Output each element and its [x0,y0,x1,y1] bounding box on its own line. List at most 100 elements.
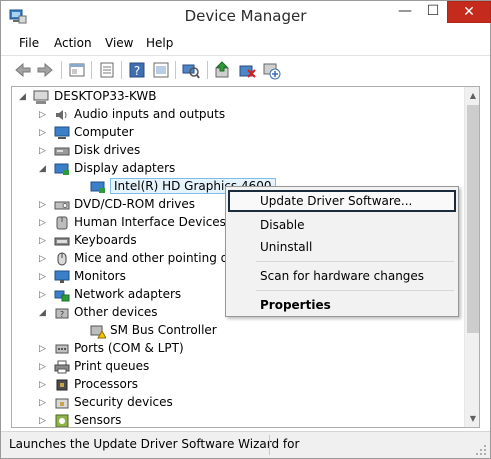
status-divider [269,435,270,455]
tree-item[interactable]: ▷ Disk drives [12,142,472,160]
tree-item-label: Monitors [74,269,126,283]
device-manager-window: Device Manager — ☐ ✕ File Action View He… [0,0,491,459]
display-adapter-icon [90,181,105,193]
scroll-up-button[interactable]: ▲ [465,87,479,104]
tree-item-label: Sensors [74,413,122,427]
uninstall-icon[interactable] [237,60,257,80]
tree-item[interactable]: ▷ Computer [12,124,472,142]
status-text: Launches the Update Driver Software Wiza… [9,437,300,451]
help-icon[interactable]: ? [127,60,147,80]
menu-properties[interactable]: Properties [228,294,456,316]
maximize-button[interactable]: ☐ [420,1,446,23]
scroll-thumb[interactable] [467,105,479,333]
menu-scan-for-hardware-changes[interactable]: Scan for hardware changes [228,265,456,287]
svg-text:?: ? [60,310,64,319]
hid-icon [56,216,68,230]
port-icon [55,344,69,354]
menu-uninstall-label: Uninstall [260,240,313,254]
dvd-drive-icon [54,201,70,210]
resize-grip-icon[interactable] [475,444,487,456]
tree-item-label: Keyboards [74,233,137,247]
menu-action[interactable]: Action [54,36,92,50]
monitor-icon [54,270,70,283]
collapsed-arrow-icon[interactable]: ▷ [39,109,49,121]
collapsed-arrow-icon[interactable]: ▷ [39,199,49,211]
collapsed-arrow-icon[interactable]: ▷ [39,217,49,229]
context-menu: Update Driver Software... Disable Uninst… [225,186,459,317]
tree-item-label: Network adapters [74,287,182,301]
tree-item[interactable]: ▷ Audio inputs and outputs [12,106,472,124]
expanded-arrow-icon[interactable]: ◢ [39,307,49,319]
tree-item[interactable]: ▷ Ports (COM & LPT) [12,340,472,358]
tree-item-label: Computer [74,125,134,139]
menu-disable[interactable]: Disable [228,214,456,236]
computer-icon [33,90,49,104]
toolbar-separator [121,61,122,79]
menu-separator [256,290,454,291]
title-bar[interactable]: Device Manager — ☐ ✕ [1,1,491,32]
vertical-scrollbar[interactable]: ▲ ▼ [464,87,479,427]
tree-item-label: Audio inputs and outputs [74,107,226,121]
update-driver-icon[interactable] [213,60,233,80]
menu-view[interactable]: View [105,36,133,50]
toolbar-separator [91,61,92,79]
security-device-icon [55,398,69,409]
collapsed-arrow-icon[interactable]: ▷ [39,397,49,409]
menu-update-driver-software[interactable]: Update Driver Software... [228,190,456,212]
tree-item[interactable]: ▷ Print queues [12,358,472,376]
menu-separator [256,261,454,262]
collapsed-arrow-icon[interactable]: ▷ [39,145,49,157]
sensor-icon [55,414,69,427]
keyboard-icon [54,237,70,246]
unknown-device-warning-icon [90,325,106,339]
tree-item-label: Human Interface Devices [74,215,226,229]
properties-window-icon[interactable] [67,60,87,80]
device-list-icon[interactable] [97,60,117,80]
tree-item[interactable]: ◢ Display adapters [12,160,472,178]
expanded-arrow-icon[interactable]: ◢ [19,91,29,103]
menu-help[interactable]: Help [146,36,173,50]
collapsed-arrow-icon[interactable]: ▷ [39,415,49,427]
close-button[interactable]: ✕ [447,1,491,23]
menu-disable-label: Disable [260,218,305,232]
speaker-icon [56,110,67,120]
tree-item-label: Other devices [74,305,158,319]
collapsed-arrow-icon[interactable]: ▷ [39,235,49,247]
tree-item[interactable]: SM Bus Controller [12,322,472,340]
network-adapter-icon [54,290,70,302]
back-arrow-icon[interactable] [13,60,33,80]
tree-item-label: Disk drives [74,143,141,157]
menu-scan-label: Scan for hardware changes [260,269,425,283]
tree-item-label: DVD/CD-ROM drives [74,197,196,211]
expanded-arrow-icon[interactable]: ◢ [39,163,49,175]
collapsed-arrow-icon[interactable]: ▷ [39,361,49,373]
menu-uninstall[interactable]: Uninstall [228,236,456,258]
menu-properties-label: Properties [260,298,331,312]
tree-item-label: Processors [74,377,139,391]
scroll-down-button[interactable]: ▼ [465,410,479,427]
show-hidden-icon[interactable] [151,60,171,80]
tree-root-label: DESKTOP33-KWB [54,89,157,103]
minimize-button[interactable]: — [392,1,418,23]
collapsed-arrow-icon[interactable]: ▷ [39,253,49,265]
svg-text:?: ? [134,64,140,78]
tree-item[interactable]: ▷ Sensors [12,412,472,427]
menu-file[interactable]: File [19,36,39,50]
enable-device-icon[interactable] [261,60,281,80]
collapsed-arrow-icon[interactable]: ▷ [39,379,49,391]
tree-item[interactable]: ▷ Processors [12,376,472,394]
toolbar-separator [61,61,62,79]
menu-bar: File Action View Help [1,32,490,54]
scan-hardware-icon[interactable] [181,60,201,80]
toolbar-separator [175,61,176,79]
collapsed-arrow-icon[interactable]: ▷ [39,343,49,355]
tree-item-label: Security devices [74,395,173,409]
collapsed-arrow-icon[interactable]: ▷ [39,127,49,139]
tree-root[interactable]: ◢ DESKTOP33-KWB [12,88,472,106]
tree-item-label: Mice and other pointing dev [74,251,243,265]
forward-arrow-icon[interactable] [35,60,55,80]
toolbar: ? [1,55,490,83]
tree-item[interactable]: ▷ Security devices [12,394,472,412]
collapsed-arrow-icon[interactable]: ▷ [39,289,49,301]
collapsed-arrow-icon[interactable]: ▷ [39,271,49,283]
